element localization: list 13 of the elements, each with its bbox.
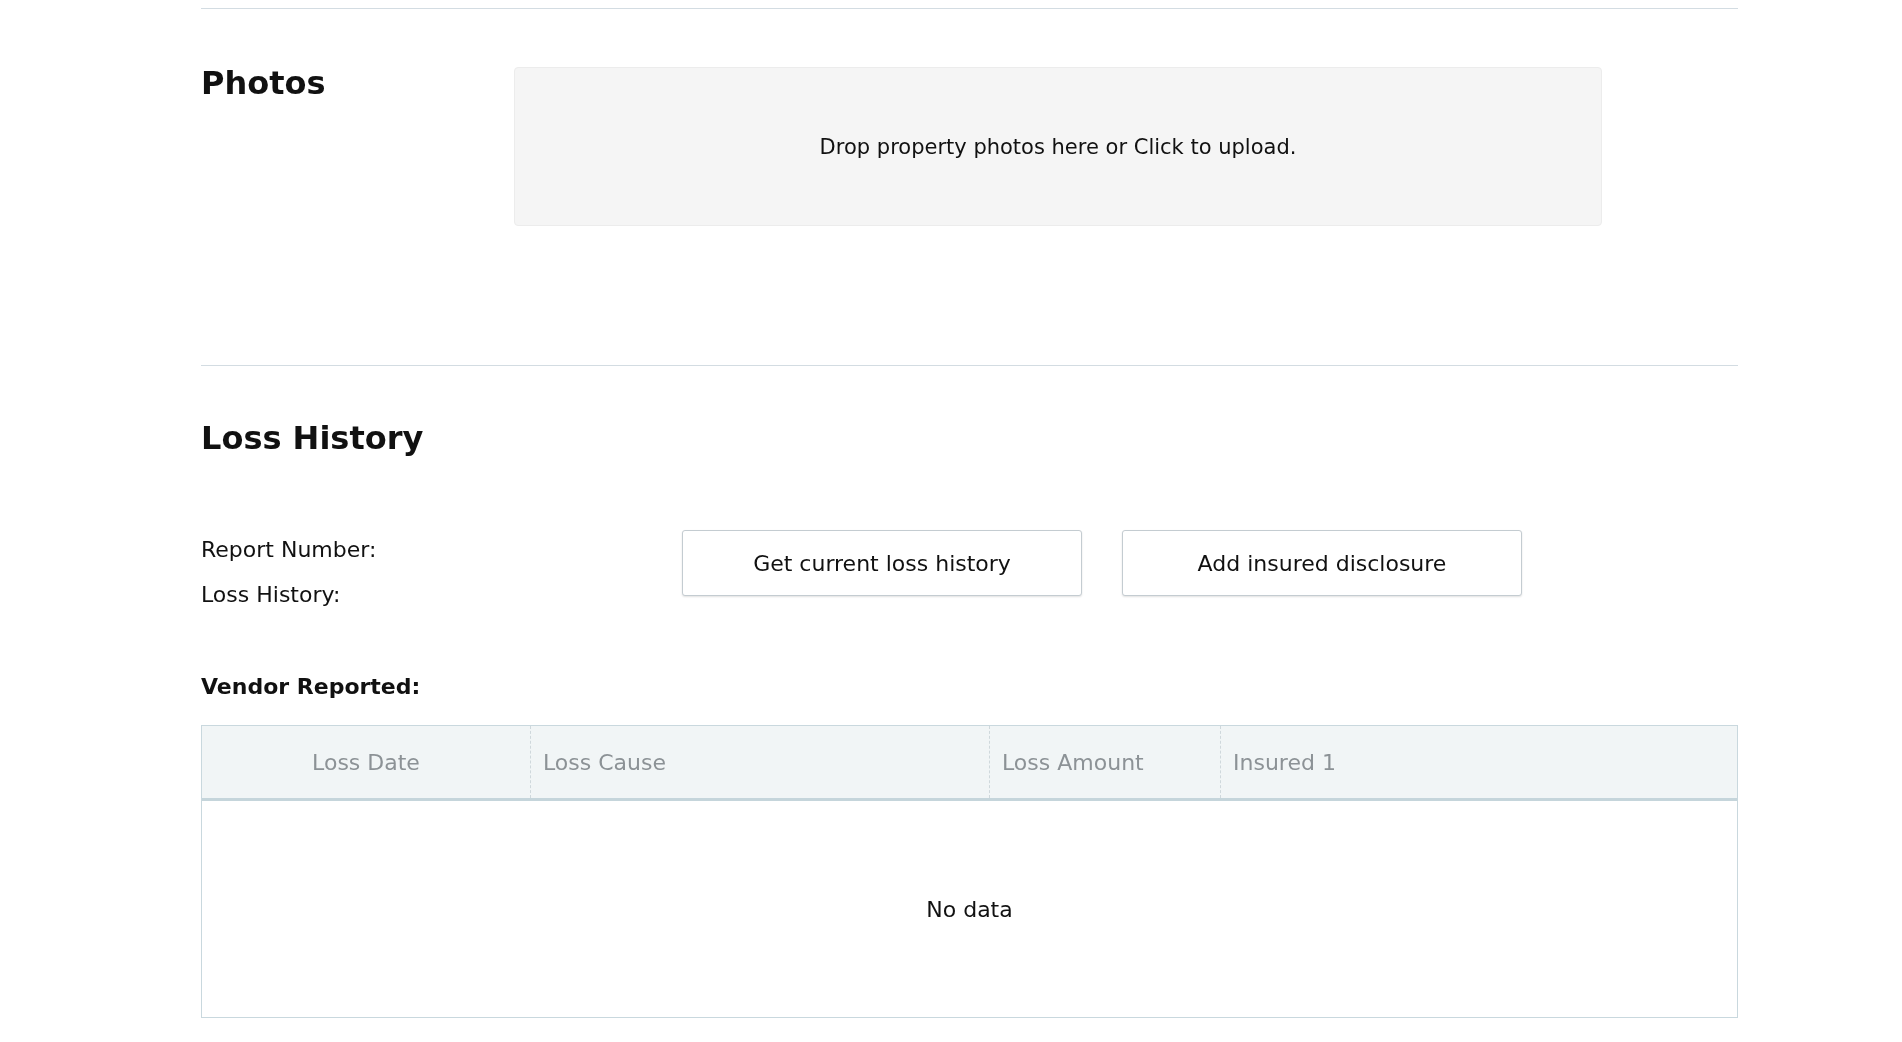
field-label: Loss History: (201, 581, 342, 608)
subsection-title: Vendor Reported: (201, 674, 422, 699)
column-header[interactable]: Insured 1 (1220, 726, 1737, 798)
column-header[interactable]: Loss Cause (530, 726, 989, 798)
empty-message: No data (926, 896, 1013, 922)
section-title: Photos (201, 67, 327, 104)
section-title: Loss History (201, 422, 425, 454)
photo-dropzone[interactable]: Drop property photos here or Click to upload. (514, 67, 1602, 226)
action-button[interactable]: Get current loss history (682, 530, 1082, 596)
field-label: Report Number: (201, 536, 378, 563)
column-header[interactable]: Loss Date (202, 726, 530, 798)
column-header[interactable]: Loss Amount (989, 726, 1220, 798)
action-button[interactable]: Add insured disclosure (1122, 530, 1522, 596)
